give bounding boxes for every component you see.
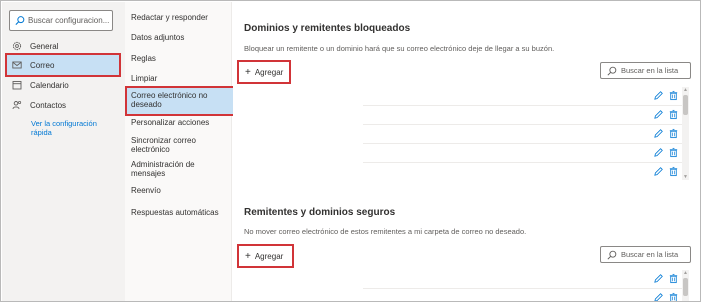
delete-trash-icon[interactable]: [668, 292, 679, 302]
delete-trash-icon[interactable]: [668, 273, 679, 284]
nav-item-label: Correo: [30, 60, 55, 70]
safe-section-title: Remitentes y dominios seguros: [244, 207, 396, 218]
safe-list-search[interactable]: Buscar en la lista: [600, 246, 691, 263]
add-button-label: Agregar: [254, 67, 284, 77]
subnav-item-automatic-replies[interactable]: Respuestas automáticas: [131, 208, 227, 217]
edit-pencil-icon[interactable]: [653, 128, 664, 139]
list-search-label: Buscar en la lista: [621, 250, 679, 259]
add-button-label: Agregar: [254, 251, 284, 261]
subnav-item-sync-email[interactable]: Sincronizar correo electrónico: [131, 136, 227, 154]
edit-pencil-icon[interactable]: [653, 109, 664, 120]
nav-item-calendar[interactable]: Calendario: [7, 75, 119, 95]
delete-trash-icon[interactable]: [668, 90, 679, 101]
add-blocked-button[interactable]: + Agregar: [237, 60, 291, 84]
nav-item-general[interactable]: General: [7, 36, 119, 56]
list-item: [363, 106, 685, 125]
subnav-item-message-handling[interactable]: Administración de mensajes: [131, 160, 227, 178]
edit-pencil-icon[interactable]: [653, 90, 664, 101]
scroll-thumb[interactable]: [683, 95, 688, 115]
safe-section-description: No mover correo electrónico de estos rem…: [244, 227, 527, 236]
plus-icon: +: [245, 66, 251, 78]
delete-trash-icon[interactable]: [668, 109, 679, 120]
list-item: [363, 163, 685, 182]
mail-settings-subnav: Redactar y responder Datos adjuntos Regl…: [125, 2, 237, 301]
edit-pencil-icon[interactable]: [653, 147, 664, 158]
add-safe-sender-button[interactable]: + Agregar: [237, 244, 294, 268]
mail-icon: [12, 61, 22, 69]
blocked-list-search[interactable]: Buscar en la lista: [600, 62, 691, 79]
scroll-thumb[interactable]: [683, 278, 688, 296]
list-item: [363, 270, 685, 289]
scroll-down-arrow-icon[interactable]: ▼: [682, 174, 689, 180]
scroll-up-arrow-icon[interactable]: ▲: [682, 270, 689, 276]
delete-trash-icon[interactable]: [668, 147, 679, 158]
blocked-section-description: Bloquear un remitente o un dominio hará …: [244, 44, 555, 53]
subnav-item-forwarding[interactable]: Reenvío: [131, 186, 227, 195]
list-item: [363, 289, 685, 302]
blocked-senders-list: ▲ ▼: [363, 87, 689, 180]
safe-senders-list: ▲: [363, 270, 689, 301]
list-item: [363, 125, 685, 144]
junk-email-settings-pane: Dominios y remitentes bloqueados Bloquea…: [233, 2, 700, 301]
search-icon: [15, 16, 25, 26]
search-icon: [607, 66, 617, 76]
nav-item-label: Calendario: [30, 80, 69, 90]
subnav-item-customize-actions[interactable]: Personalizar acciones: [131, 118, 227, 127]
subnav-item-attachments[interactable]: Datos adjuntos: [131, 33, 227, 42]
delete-trash-icon[interactable]: [668, 128, 679, 139]
settings-window: General Correo Calendario Contactos: [0, 0, 701, 302]
subnav-item-junk-email[interactable]: Correo electrónico no deseado: [125, 86, 237, 116]
blocked-section-title: Dominios y remitentes bloqueados: [244, 23, 411, 34]
edit-pencil-icon[interactable]: [653, 292, 664, 302]
subnav-item-compose[interactable]: Redactar y responder: [131, 13, 227, 22]
nav-item-contacts[interactable]: Contactos: [7, 95, 119, 115]
gear-icon: [12, 41, 22, 51]
calendar-icon: [12, 81, 22, 90]
nav-item-label: General: [30, 41, 59, 51]
list-item: [363, 87, 685, 106]
nav-item-mail[interactable]: Correo: [5, 53, 121, 77]
search-icon: [607, 250, 617, 260]
delete-trash-icon[interactable]: [668, 166, 679, 177]
settings-search-box[interactable]: [9, 10, 113, 31]
contacts-icon: [12, 100, 22, 110]
settings-search-input[interactable]: [28, 16, 112, 25]
settings-left-nav: General Correo Calendario Contactos: [2, 2, 125, 301]
nav-item-label: Contactos: [30, 100, 67, 110]
subnav-item-rules[interactable]: Reglas: [131, 54, 227, 63]
safe-list-scrollbar[interactable]: ▲: [682, 270, 689, 301]
list-item: [363, 144, 685, 163]
scroll-up-arrow-icon[interactable]: ▲: [682, 87, 689, 93]
edit-pencil-icon[interactable]: [653, 166, 664, 177]
quick-settings-link[interactable]: Ver la configuración rápida: [31, 119, 111, 137]
subnav-item-sweep[interactable]: Limpiar: [131, 74, 227, 83]
list-search-label: Buscar en la lista: [621, 66, 679, 75]
edit-pencil-icon[interactable]: [653, 273, 664, 284]
blocked-list-scrollbar[interactable]: ▲ ▼: [682, 87, 689, 180]
plus-icon: +: [245, 250, 251, 262]
